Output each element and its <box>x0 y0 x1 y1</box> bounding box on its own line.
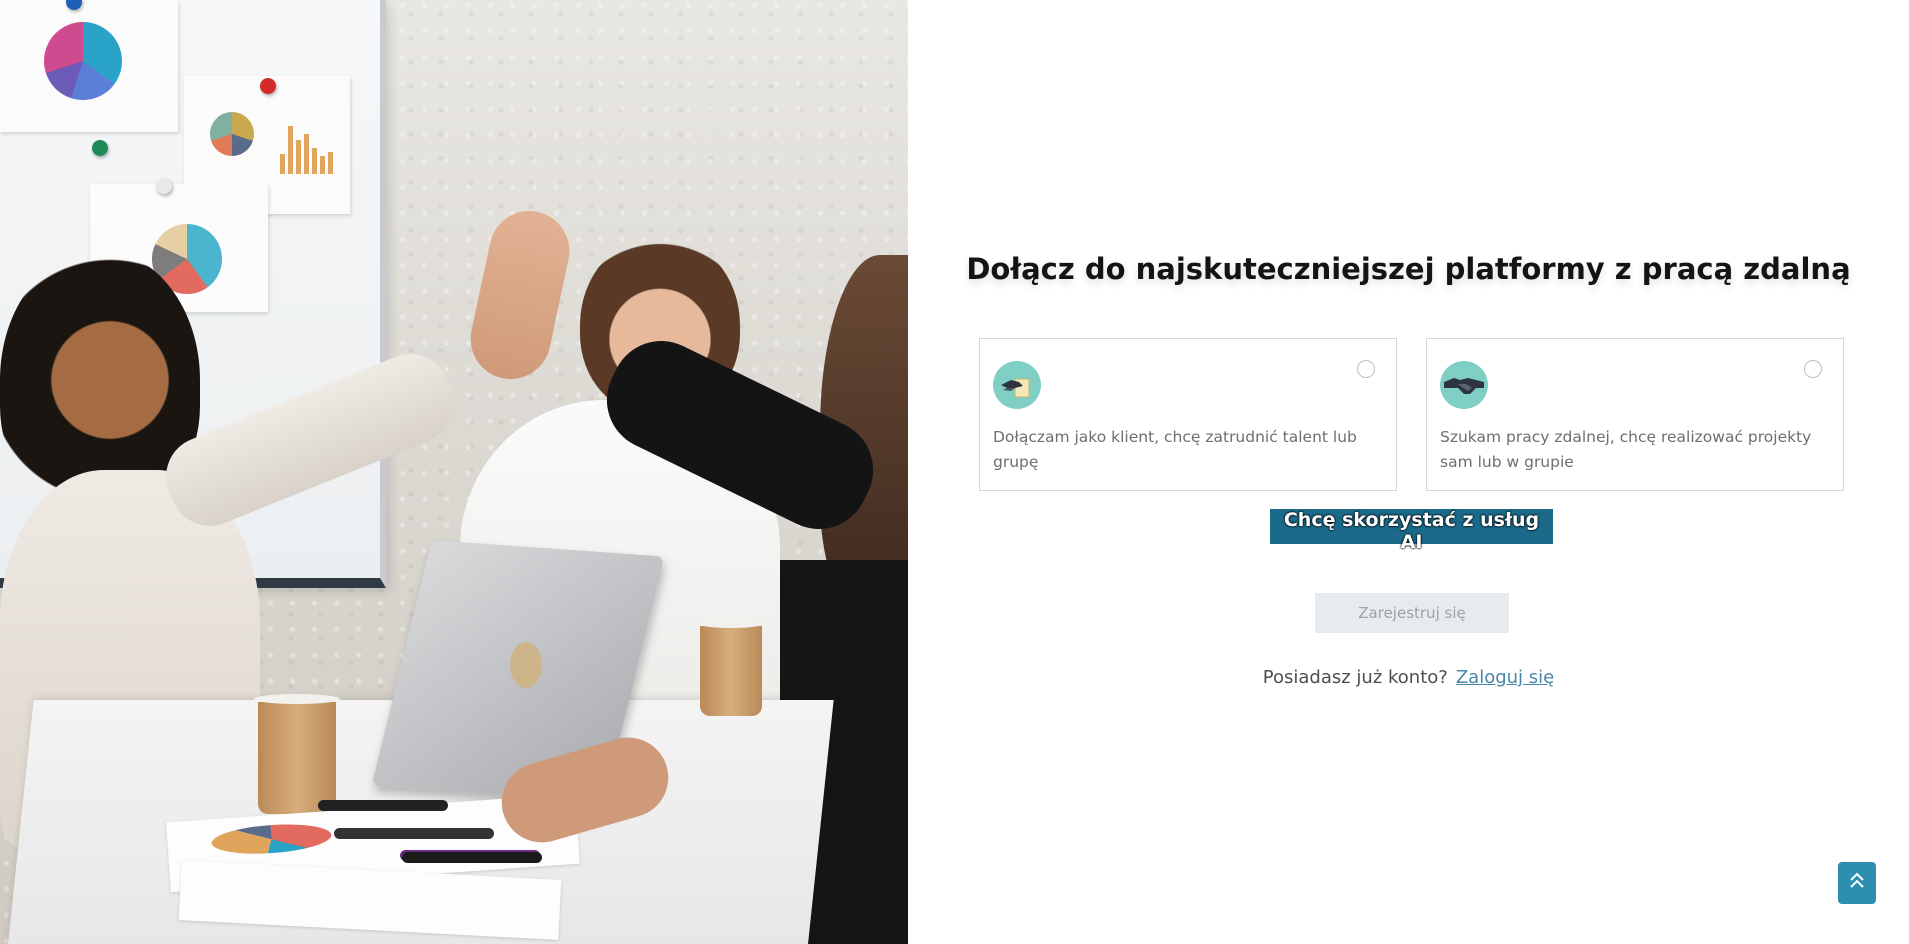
signup-form: Dołącz do najskuteczniejszej platformy z… <box>908 0 1909 944</box>
handshake-document-icon <box>993 361 1041 409</box>
option-radio-client[interactable] <box>1357 360 1375 378</box>
option-card-freelancer[interactable]: Szukam pracy zdalnej, chcę realizować pr… <box>1426 338 1844 491</box>
register-button[interactable]: Zarejestruj się <box>1315 593 1509 633</box>
double-chevron-up-icon <box>1848 870 1866 897</box>
ai-services-button[interactable]: Chcę skorzystać z usług AI <box>1270 509 1553 553</box>
option-card-client[interactable]: Dołączam jako klient, chcę zatrudnić tal… <box>979 338 1397 491</box>
option-text-client: Dołączam jako klient, chcę zatrudnić tal… <box>993 428 1357 471</box>
option-radio-freelancer[interactable] <box>1804 360 1822 378</box>
login-link[interactable]: Zaloguj się <box>1456 667 1554 688</box>
page-title: Dołącz do najskuteczniejszej platformy z… <box>966 252 1851 286</box>
option-text-freelancer: Szukam pracy zdalnej, chcę realizować pr… <box>1440 428 1812 471</box>
login-prompt: Posiadasz już konto? Zaloguj się <box>908 667 1909 688</box>
login-question: Posiadasz już konto? <box>1262 667 1448 688</box>
signup-page: Dołącz do najskuteczniejszej platformy z… <box>0 0 1909 944</box>
scroll-to-top-button[interactable] <box>1838 862 1876 904</box>
handshake-icon <box>1440 361 1488 409</box>
team-high-five-photo <box>0 0 908 944</box>
